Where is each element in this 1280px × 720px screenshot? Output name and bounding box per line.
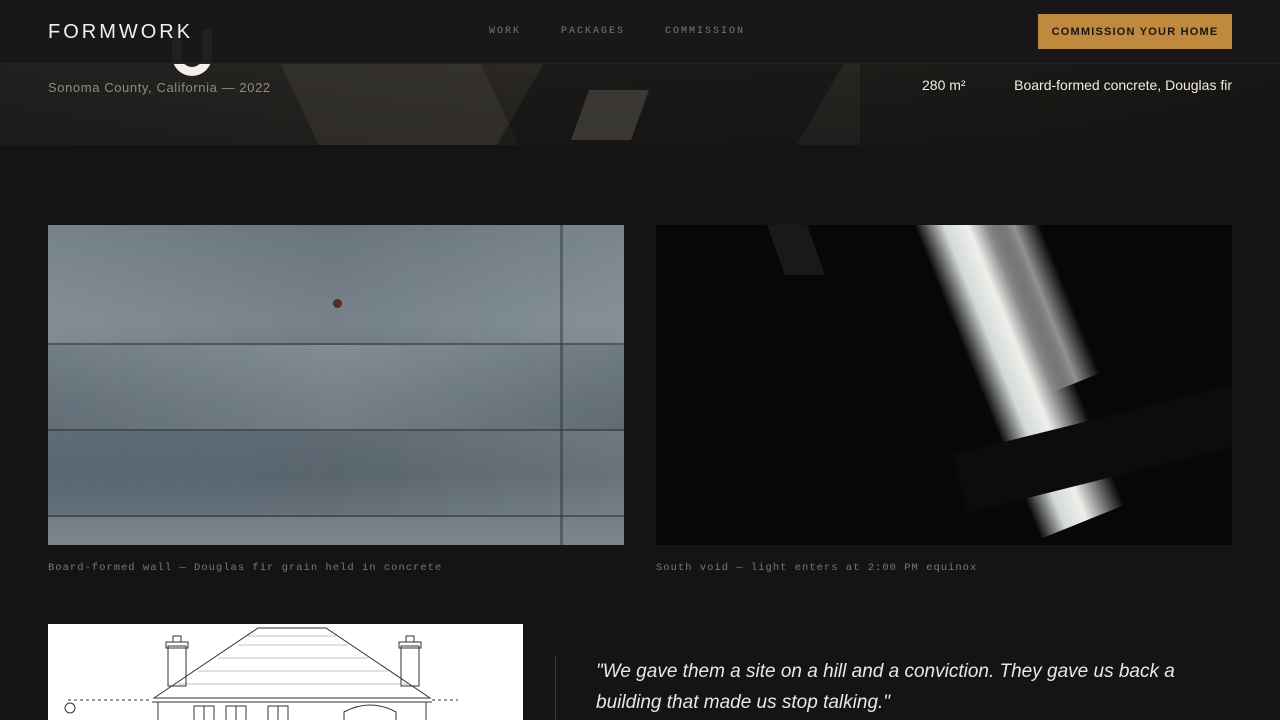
commission-your-home-button[interactable]: COMMISSION YOUR HOME: [1038, 14, 1232, 49]
south-void-photo: [656, 225, 1232, 545]
photo-caption: Board-formed wall — Douglas fir grain he…: [48, 562, 443, 574]
project-materials: Board-formed concrete, Douglas fir: [1014, 77, 1232, 93]
hero-photo-shadow: [860, 60, 1280, 145]
concrete-board: [48, 431, 624, 517]
concrete-board: [48, 517, 624, 545]
project-area: 280 m²: [922, 77, 966, 93]
concrete-seam: [560, 225, 563, 545]
hip-roof: [152, 627, 432, 699]
project-location: Sonoma County, California — 2022: [48, 80, 271, 95]
brand-logo[interactable]: FORMWORK: [48, 21, 193, 44]
nav-link-packages[interactable]: PACKAGES: [561, 26, 625, 37]
board-formed-wall-photo: [48, 225, 624, 545]
photo-caption: South void — light enters at 2:00 PM equ…: [656, 562, 978, 574]
nav-link-commission[interactable]: COMMISSION: [665, 26, 745, 37]
elevation-drawing: [48, 624, 523, 720]
concrete-board: [48, 345, 624, 431]
nav-links: WORK PACKAGES COMMISSION: [489, 26, 745, 37]
hero-photo-shadow: [279, 60, 521, 145]
client-quote: "We gave them a site on a hill and a con…: [596, 661, 1175, 713]
chimney: [167, 645, 187, 687]
quote-divider: [555, 656, 556, 720]
form-tie-hole: [333, 299, 342, 308]
nav-link-work[interactable]: WORK: [489, 26, 521, 37]
concrete-board: [48, 225, 624, 345]
hero-photo-shadow: [494, 60, 846, 145]
void-wall-edge: [766, 225, 826, 275]
top-nav: FORMWORK WORK PACKAGES COMMISSION COMMIS…: [0, 0, 1280, 64]
house-elevation-svg: [64, 627, 458, 720]
